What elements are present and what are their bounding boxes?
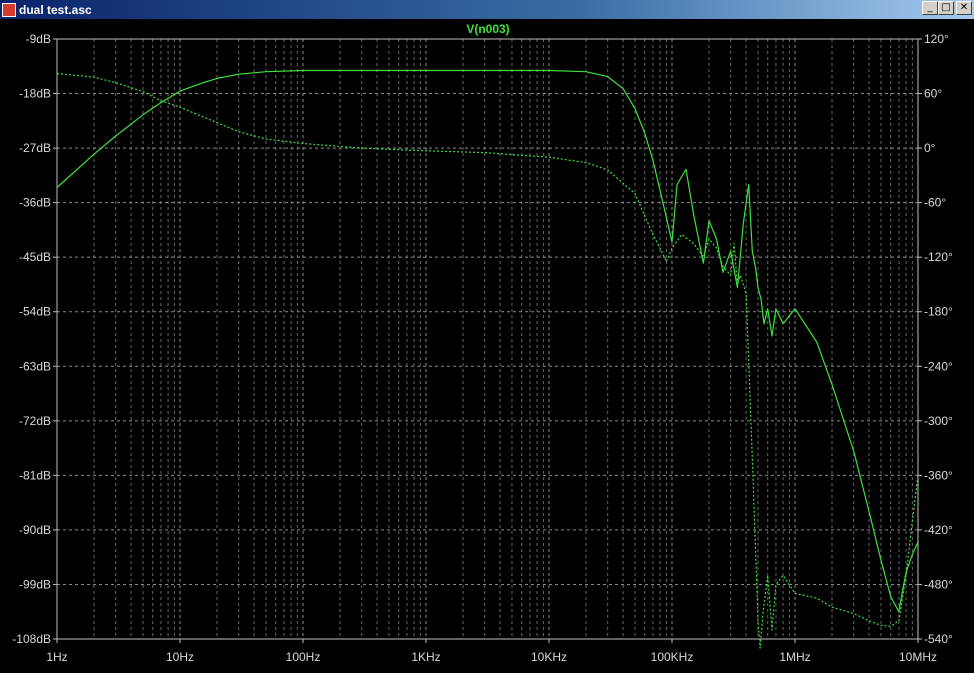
y-left-tick-label: -27dB	[19, 141, 51, 155]
grid-layer	[57, 39, 918, 639]
window-title: dual test.asc	[19, 2, 92, 17]
y-right-tick-label: -480°	[924, 577, 953, 591]
y-right-tick-label: -120°	[924, 250, 953, 264]
trace-title[interactable]: V(n003)	[466, 22, 509, 36]
waveform-app-icon	[2, 2, 16, 17]
x-tick-label: 1KHz	[411, 650, 440, 664]
x-tick-label: 10Hz	[166, 650, 194, 664]
y-left-tick-label: -81dB	[19, 468, 51, 482]
x-tick-label: 10MHz	[899, 650, 937, 664]
y-left-tick-label: -63dB	[19, 359, 51, 373]
x-tick-label: 1MHz	[779, 650, 810, 664]
x-tick-label: 10KHz	[531, 650, 567, 664]
axes-layer: 1Hz 10Hz 100Hz 1KHz 10KHz 100KHz 1MHz 10MHz -9dB…	[12, 32, 953, 664]
y-left-tick-label: -36dB	[19, 196, 51, 210]
y-left-tick-label: -18dB	[19, 87, 51, 101]
y-left-tick-label: -99dB	[19, 577, 51, 591]
plot-frame	[56, 38, 919, 640]
y-left-tick-label: -9dB	[26, 32, 51, 46]
y-right-tick-label: -300°	[924, 414, 953, 428]
y-right-tick-label: -420°	[924, 523, 953, 537]
magnitude-trace	[56, 69, 919, 613]
x-tick-label: 100KHz	[651, 650, 694, 664]
y-right-tick-label: 120°	[924, 32, 949, 46]
minimize-button[interactable]: _	[922, 1, 938, 15]
plot-area[interactable]: 1Hz 10Hz 100Hz 1KHz 10KHz 100KHz 1MHz 10MHz -9dB…	[0, 19, 974, 668]
y-right-tick-label: 60°	[924, 87, 942, 101]
y-left-tick-label: -54dB	[19, 305, 51, 319]
trace-layer	[56, 69, 919, 649]
title-bar[interactable]: dual test.asc _ □ ✕	[0, 0, 974, 19]
phase-trace	[56, 72, 919, 649]
maximize-button[interactable]: □	[938, 1, 954, 15]
y-right-tick-label: -60°	[924, 196, 946, 210]
y-right-tick-label: -240°	[924, 359, 953, 373]
y-right-tick-label: -360°	[924, 468, 953, 482]
y-right-tick-label: -180°	[924, 305, 953, 319]
close-button[interactable]: ✕	[956, 1, 972, 15]
y-left-tick-label: -45dB	[19, 250, 51, 264]
y-left-tick-label: -90dB	[19, 523, 51, 537]
x-tick-label: 100Hz	[286, 650, 321, 664]
y-left-tick-label: -72dB	[19, 414, 51, 428]
y-left-tick-label: -108dB	[12, 632, 51, 646]
window-controls: _ □ ✕	[922, 1, 972, 15]
x-tick-label: 1Hz	[46, 650, 67, 664]
bode-plot[interactable]: 1Hz 10Hz 100Hz 1KHz 10KHz 100KHz 1MHz 10MHz -9dB…	[0, 19, 974, 668]
y-right-tick-label: -540°	[924, 632, 953, 646]
y-right-tick-label: 0°	[924, 141, 936, 155]
